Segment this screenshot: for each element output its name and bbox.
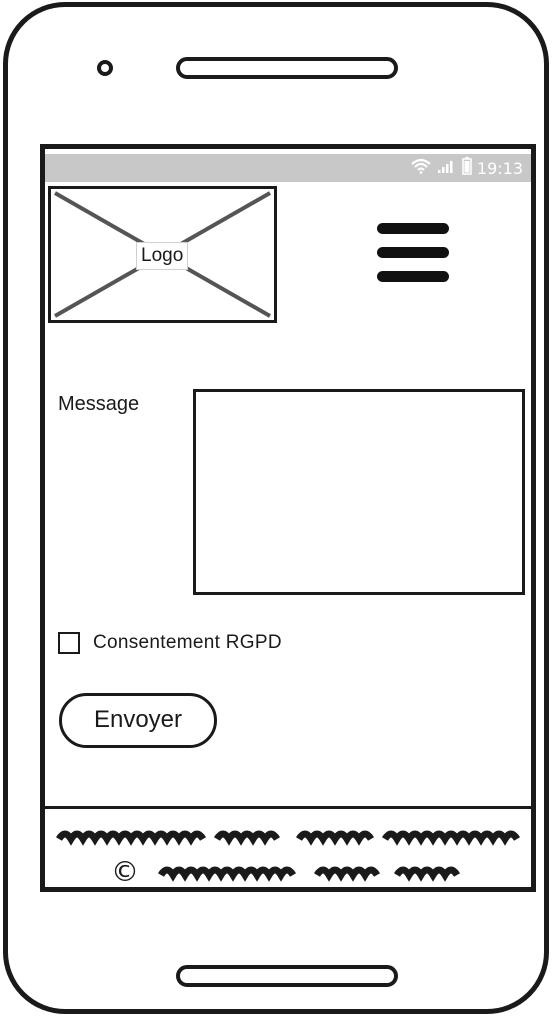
wifi-icon xyxy=(410,158,432,179)
consent-checkbox[interactable] xyxy=(58,632,80,654)
message-textarea[interactable] xyxy=(193,389,525,595)
hamburger-menu-icon[interactable] xyxy=(377,219,451,285)
footer-text-scribble xyxy=(55,830,521,846)
logo-placeholder: Logo xyxy=(48,186,277,323)
message-label: Message xyxy=(58,393,140,415)
phone-screen: 19:13 Logo Message Consentement RGPD Env… xyxy=(40,144,536,892)
logo-label: Logo xyxy=(136,242,189,270)
footer-text-scribble xyxy=(157,866,461,882)
consent-row[interactable]: Consentement RGPD xyxy=(58,632,282,654)
status-icons: 19:13 xyxy=(410,156,523,180)
phone-frame: 19:13 Logo Message Consentement RGPD Env… xyxy=(3,2,549,1014)
signal-icon xyxy=(437,159,457,178)
status-time: 19:13 xyxy=(476,158,523,178)
home-button[interactable] xyxy=(176,965,398,987)
battery-icon xyxy=(462,156,472,180)
footer: © xyxy=(45,806,531,888)
consent-label: Consentement RGPD xyxy=(93,632,282,653)
camera-icon xyxy=(97,60,113,76)
send-button[interactable]: Envoyer xyxy=(59,693,217,748)
copyright-icon: © xyxy=(111,855,139,888)
speaker-grille xyxy=(176,57,398,79)
status-bar: 19:13 xyxy=(45,154,531,182)
